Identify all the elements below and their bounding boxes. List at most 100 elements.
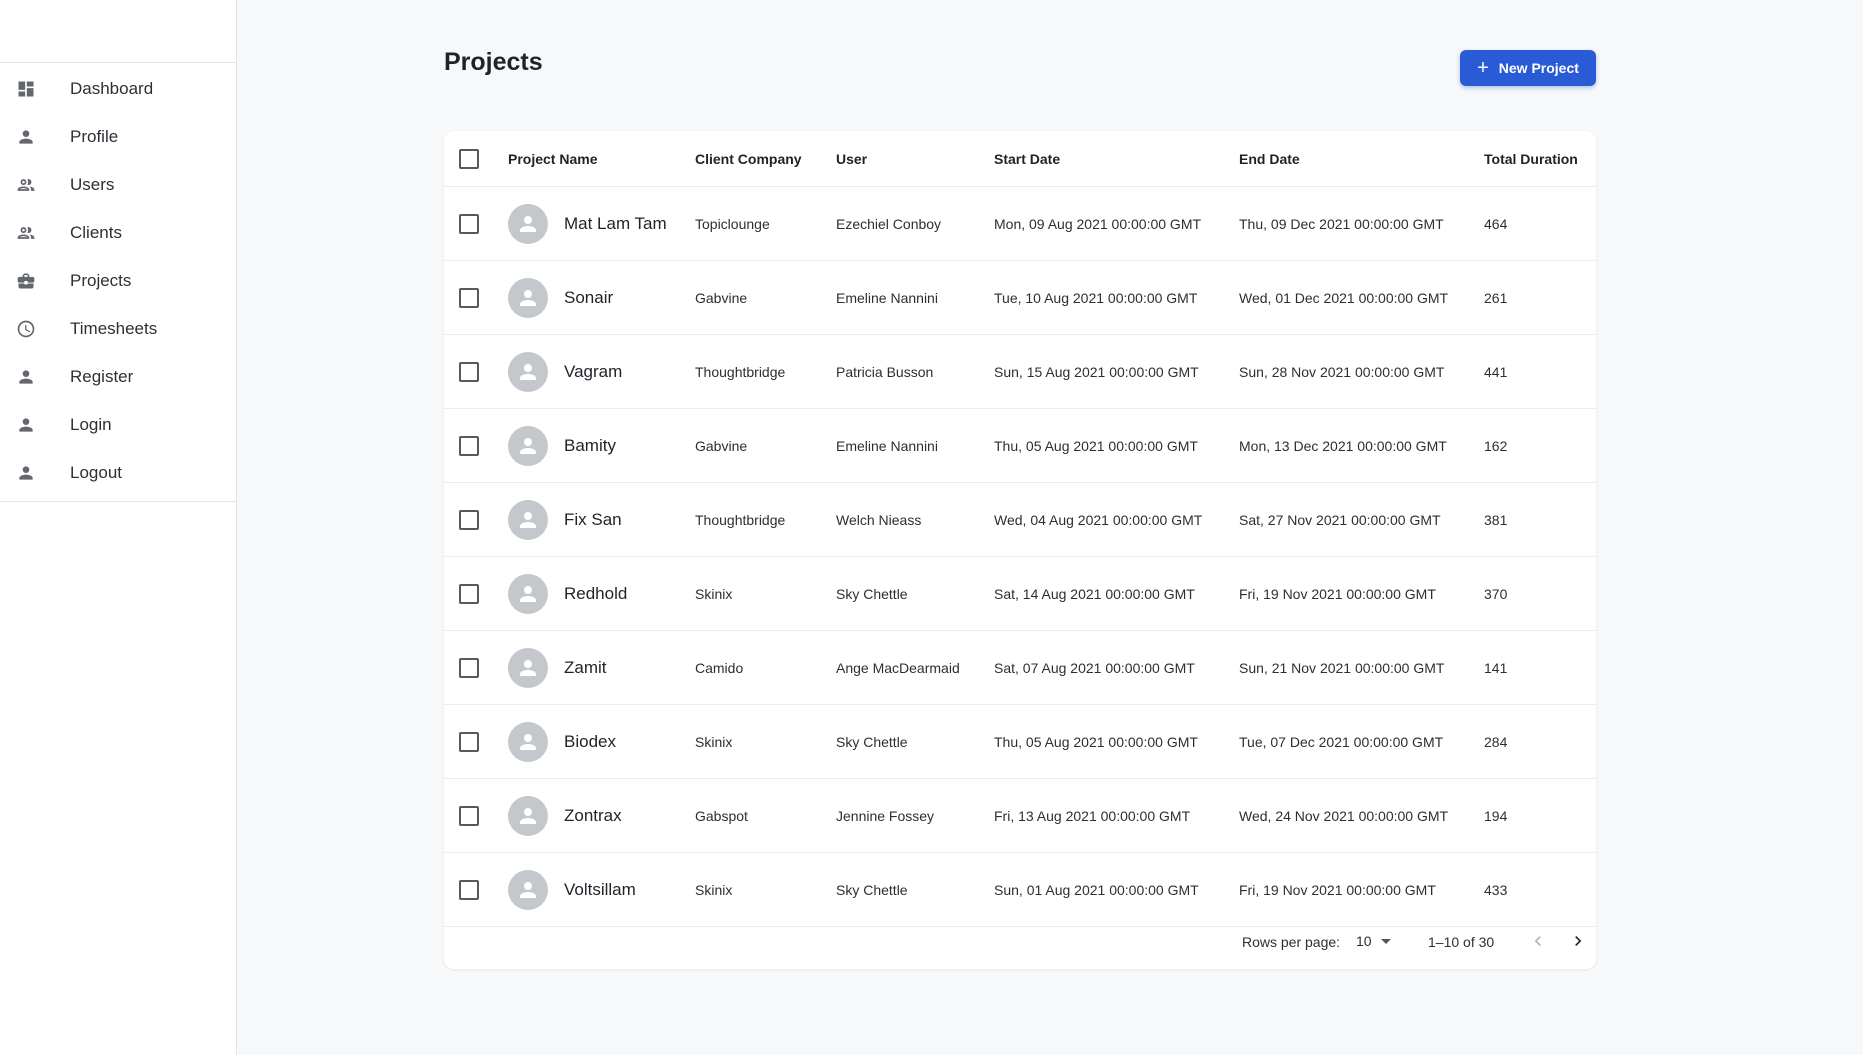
table-header-row: Project Name Client Company User Start D…: [444, 131, 1596, 187]
end-date: Wed, 01 Dec 2021 00:00:00 GMT: [1239, 289, 1449, 306]
client-company: Skinix: [695, 733, 733, 750]
total-duration: 370: [1484, 585, 1508, 602]
table-row[interactable]: Vagram Thoughtbridge Patricia Busson Sun, 1…: [444, 335, 1596, 409]
project-name: Bamity: [564, 435, 616, 455]
row-checkbox[interactable]: [459, 879, 479, 900]
table-row[interactable]: Fix San Thoughtbridge Welch Nieass Wed, 04 …: [444, 483, 1596, 557]
avatar: [508, 351, 548, 392]
next-page-button[interactable]: [1568, 931, 1588, 951]
person-icon: [516, 286, 540, 310]
table-row[interactable]: Zamit Camido Ange MacDearmaid Sat, 07 Aug 2…: [444, 631, 1596, 705]
row-checkbox[interactable]: [459, 657, 479, 678]
row-checkbox[interactable]: [459, 361, 479, 382]
sidebar-item-dashboard[interactable]: Dashboard: [0, 65, 236, 113]
sidebar-item-projects[interactable]: Projects: [0, 257, 236, 305]
table-row[interactable]: Zontrax Gabspot Jennine Fossey Fri, 13 Aug …: [444, 779, 1596, 853]
start-date: Mon, 09 Aug 2021 00:00:00 GMT: [994, 215, 1202, 232]
total-duration: 284: [1484, 733, 1508, 750]
project-name: Sonair: [564, 287, 614, 307]
project-name: Zamit: [564, 657, 607, 677]
dashboard-icon: [16, 79, 36, 99]
user-name: Sky Chettle: [836, 585, 908, 602]
column-header-user[interactable]: User: [836, 151, 867, 167]
sidebar-header: [0, 0, 236, 63]
person-icon: [516, 730, 540, 754]
end-date: Fri, 19 Nov 2021 00:00:00 GMT: [1239, 585, 1436, 602]
table-row[interactable]: Biodex Skinix Sky Chettle Thu, 05 Aug 2021 …: [444, 705, 1596, 779]
person-icon: [16, 463, 36, 483]
sidebar-item-label: Login: [70, 415, 112, 434]
group-icon: [16, 223, 36, 243]
row-checkbox[interactable]: [459, 731, 479, 752]
start-date: Tue, 10 Aug 2021 00:00:00 GMT: [994, 289, 1198, 306]
project-name: Vagram: [564, 361, 623, 381]
table-row[interactable]: Redhold Skinix Sky Chettle Sat, 14 Aug 2021…: [444, 557, 1596, 631]
person-icon: [516, 582, 540, 606]
user-name: Sky Chettle: [836, 733, 908, 750]
person-icon: [516, 212, 540, 236]
rows-per-page-value: 10: [1356, 933, 1372, 949]
sidebar-item-label: Logout: [70, 463, 122, 482]
person-icon: [516, 434, 540, 458]
start-date: Fri, 13 Aug 2021 00:00:00 GMT: [994, 807, 1191, 824]
table-row[interactable]: Bamity Gabvine Emeline Nannini Thu, 05 Aug …: [444, 409, 1596, 483]
end-date: Fri, 19 Nov 2021 00:00:00 GMT: [1239, 881, 1436, 898]
sidebar-item-profile[interactable]: Profile: [0, 113, 236, 161]
project-name: Fix San: [564, 509, 622, 529]
table-row[interactable]: Voltsillam Skinix Sky Chettle Sun, 01 Aug 2…: [444, 853, 1596, 927]
sidebar-item-label: Timesheets: [70, 319, 158, 338]
column-header-start-date[interactable]: Start Date: [994, 151, 1060, 167]
person-icon: [516, 656, 540, 680]
column-header-end-date[interactable]: End Date: [1239, 151, 1300, 167]
start-date: Thu, 05 Aug 2021 00:00:00 GMT: [994, 437, 1198, 454]
sidebar: Dashboard Profile Users Clients Projects Time…: [0, 0, 237, 1055]
sidebar-item-label: Projects: [70, 271, 132, 290]
sidebar-item-users[interactable]: Users: [0, 161, 236, 209]
start-date: Sun, 01 Aug 2021 00:00:00 GMT: [994, 881, 1199, 898]
project-name: Redhold: [564, 583, 628, 603]
client-company: Thoughtbridge: [695, 511, 786, 528]
sidebar-item-login[interactable]: Login: [0, 401, 236, 449]
start-date: Wed, 04 Aug 2021 00:00:00 GMT: [994, 511, 1203, 528]
column-header-total-duration[interactable]: Total Duration: [1484, 151, 1578, 167]
caret-down-icon: [1380, 938, 1391, 944]
row-checkbox[interactable]: [459, 583, 479, 604]
person-icon: [516, 508, 540, 532]
start-date: Sat, 14 Aug 2021 00:00:00 GMT: [994, 585, 1195, 602]
select-all-checkbox[interactable]: [459, 148, 479, 169]
column-header-project-name[interactable]: Project Name: [508, 151, 597, 167]
client-company: Gabvine: [695, 289, 748, 306]
row-checkbox[interactable]: [459, 509, 479, 530]
avatar: [508, 277, 548, 318]
row-checkbox[interactable]: [459, 435, 479, 456]
new-project-button[interactable]: + New Project: [1460, 50, 1596, 86]
column-header-client-company[interactable]: Client Company: [695, 151, 802, 167]
row-checkbox[interactable]: [459, 805, 479, 826]
avatar: [508, 647, 548, 688]
table-row[interactable]: Sonair Gabvine Emeline Nannini Tue, 10 Aug …: [444, 261, 1596, 335]
start-date: Thu, 05 Aug 2021 00:00:00 GMT: [994, 733, 1198, 750]
client-company: Gabvine: [695, 437, 748, 454]
user-name: Patricia Busson: [836, 363, 934, 380]
client-company: Gabspot: [695, 807, 748, 824]
row-checkbox[interactable]: [459, 287, 479, 308]
user-name: Ange MacDearmaid: [836, 659, 960, 676]
sidebar-item-logout[interactable]: Logout: [0, 449, 236, 497]
user-name: Jennine Fossey: [836, 807, 935, 824]
avatar: [508, 203, 548, 244]
person-icon: [516, 878, 540, 902]
user-name: Welch Nieass: [836, 511, 922, 528]
row-checkbox[interactable]: [459, 213, 479, 234]
sidebar-item-clients[interactable]: Clients: [0, 209, 236, 257]
rows-per-page-select[interactable]: 10: [1356, 933, 1391, 949]
end-date: Sat, 27 Nov 2021 00:00:00 GMT: [1239, 511, 1441, 528]
user-name: Ezechiel Conboy: [836, 215, 942, 232]
sidebar-item-label: Users: [70, 175, 115, 194]
client-company: Skinix: [695, 881, 733, 898]
chevron-left-icon: [1534, 936, 1541, 946]
table-row[interactable]: Mat Lam Tam Topiclounge Ezechiel Conboy Mon…: [444, 187, 1596, 261]
previous-page-button[interactable]: [1528, 931, 1548, 951]
sidebar-item-timesheets[interactable]: Timesheets: [0, 305, 236, 353]
end-date: Thu, 09 Dec 2021 00:00:00 GMT: [1239, 215, 1444, 232]
sidebar-item-register[interactable]: Register: [0, 353, 236, 401]
